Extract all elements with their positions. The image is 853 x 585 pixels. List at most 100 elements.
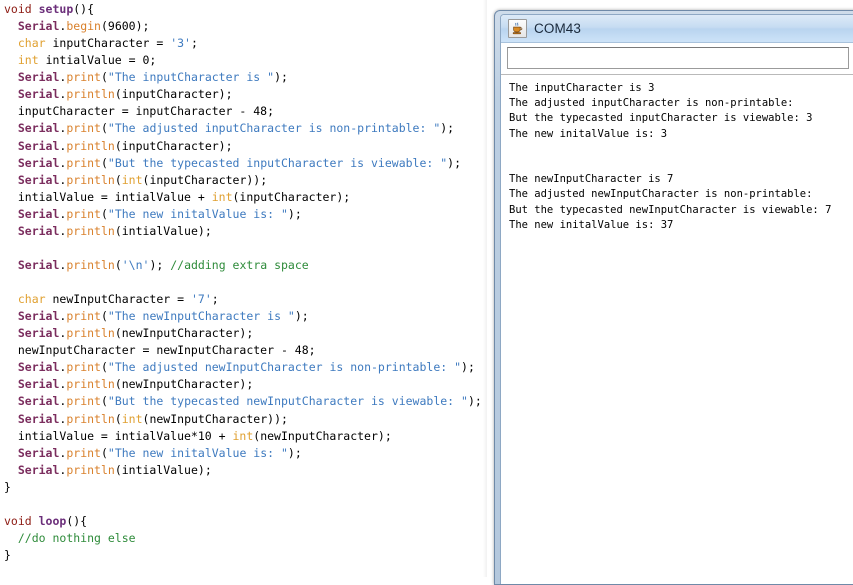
- code-token: Serial: [17, 377, 60, 392]
- code-token: Serial: [17, 411, 60, 426]
- serial-output-line: But the typecasted newInputCharacter is …: [509, 203, 832, 216]
- code-token: print: [66, 360, 101, 375]
- code-token: Serial: [17, 172, 60, 187]
- serial-output-line: But the typecasted inputCharacter is vie…: [509, 112, 813, 125]
- code-line: }: [0, 547, 482, 564]
- code-line: Serial.println(newInputCharacter);: [0, 325, 482, 342]
- code-line: //do nothing else: [0, 530, 482, 547]
- code-line: intialValue = intialValue*10 + int(newIn…: [0, 428, 482, 445]
- code-token: );: [447, 155, 462, 170]
- code-token: println: [66, 138, 115, 153]
- code-token: println: [66, 326, 115, 341]
- code-token: (inputCharacter);: [114, 87, 233, 102]
- code-token: (intialValue);: [114, 462, 212, 477]
- code-text-area[interactable]: void setup(){ Serial.begin(9600); char i…: [0, 0, 482, 564]
- code-token: println: [66, 377, 115, 392]
- code-token: );: [461, 360, 475, 375]
- code-token: (: [114, 172, 122, 187]
- code-token: println: [66, 411, 115, 426]
- code-token: println: [66, 87, 115, 102]
- code-token: "But the typecasted inputCharacter is vi…: [107, 155, 448, 170]
- serial-send-row: [501, 43, 853, 71]
- code-token: setup: [38, 2, 74, 16]
- code-token: );: [287, 206, 302, 221]
- code-token: println: [66, 223, 115, 238]
- code-line: intialValue = intialValue + int(inputCha…: [0, 189, 482, 206]
- serial-send-input[interactable]: [507, 47, 849, 69]
- code-token: '7': [190, 292, 212, 307]
- code-token: print: [66, 394, 101, 409]
- code-token: (: [100, 360, 108, 375]
- code-token: int: [17, 53, 39, 68]
- code-token: (: [100, 155, 108, 170]
- code-token: inputCharacter =: [45, 36, 171, 51]
- code-token: (inputCharacter));: [142, 172, 268, 187]
- serial-output-line: The newInputCharacter is 7: [509, 173, 674, 186]
- code-token: Serial: [17, 326, 60, 341]
- editor-vertical-scrollbar[interactable]: [483, 0, 487, 577]
- code-token: Serial: [17, 360, 60, 375]
- code-line: Serial.println('\n'); //adding extra spa…: [0, 257, 482, 274]
- window-client-area: COM43 The inputCharacter is 3 The adjuste…: [500, 14, 853, 584]
- code-token: (: [100, 206, 108, 221]
- code-token: inputCharacter = inputCharacter - 48;: [4, 104, 275, 119]
- code-token: );: [440, 121, 455, 136]
- code-token: char: [17, 292, 46, 307]
- code-line: Serial.println(int(inputCharacter));: [0, 172, 482, 189]
- code-token: println: [66, 172, 115, 187]
- code-token: print: [66, 445, 101, 460]
- code-token: );: [294, 309, 309, 324]
- window-titlebar[interactable]: COM43: [501, 15, 853, 43]
- code-token: (intialValue);: [114, 223, 212, 238]
- code-token: "The adjusted newInputCharacter is non-p…: [107, 360, 462, 375]
- code-token: Serial: [17, 87, 60, 102]
- code-line: }: [0, 479, 482, 496]
- serial-output-line: [509, 142, 853, 157]
- code-line: Serial.print("The new initalValue is: ")…: [0, 445, 482, 462]
- code-line: Serial.println(newInputCharacter);: [0, 376, 482, 393]
- window-frame: COM43 The inputCharacter is 3 The adjuste…: [494, 10, 853, 585]
- code-line: Serial.begin(9600);: [0, 18, 482, 35]
- serial-output-line: The adjusted inputCharacter is non-print…: [509, 97, 794, 110]
- serial-output-line: The inputCharacter is 3: [509, 82, 655, 94]
- code-line: Serial.print("The new initalValue is: ")…: [0, 206, 482, 223]
- code-token: (inputCharacter);: [114, 138, 233, 153]
- code-token: Serial: [17, 445, 60, 460]
- code-token: //do nothing else: [17, 530, 136, 545]
- code-line: void loop(){: [0, 513, 482, 530]
- code-token: "But the typecasted newInputCharacter is…: [107, 394, 468, 409]
- code-token: );: [149, 257, 171, 272]
- code-token: //adding extra space: [170, 257, 309, 272]
- code-token: newInputCharacter = newInputCharacter - …: [4, 343, 316, 358]
- serial-output-line: [509, 157, 853, 172]
- code-editor-pane[interactable]: void setup(){ Serial.begin(9600); char i…: [0, 0, 487, 577]
- code-token: Serial: [17, 394, 60, 409]
- code-token: }: [4, 548, 11, 562]
- code-token: );: [287, 445, 302, 460]
- code-token: '\n': [121, 257, 150, 272]
- code-token: ;: [211, 292, 219, 307]
- code-line: Serial.println(int(newInputCharacter));: [0, 411, 482, 428]
- code-token: intialValue = intialValue*10 +: [4, 428, 233, 443]
- code-token: begin: [66, 19, 101, 34]
- code-token: loop: [38, 513, 67, 528]
- code-line: Serial.println(intialValue);: [0, 462, 482, 479]
- code-token: (inputCharacter);: [232, 189, 351, 204]
- code-token: (: [100, 121, 108, 136]
- code-token: print: [66, 206, 101, 221]
- code-token: Serial: [17, 70, 60, 85]
- serial-monitor-window[interactable]: COM43 The inputCharacter is 3 The adjuste…: [494, 10, 853, 585]
- code-line: Serial.print("The adjusted inputCharacte…: [0, 120, 482, 137]
